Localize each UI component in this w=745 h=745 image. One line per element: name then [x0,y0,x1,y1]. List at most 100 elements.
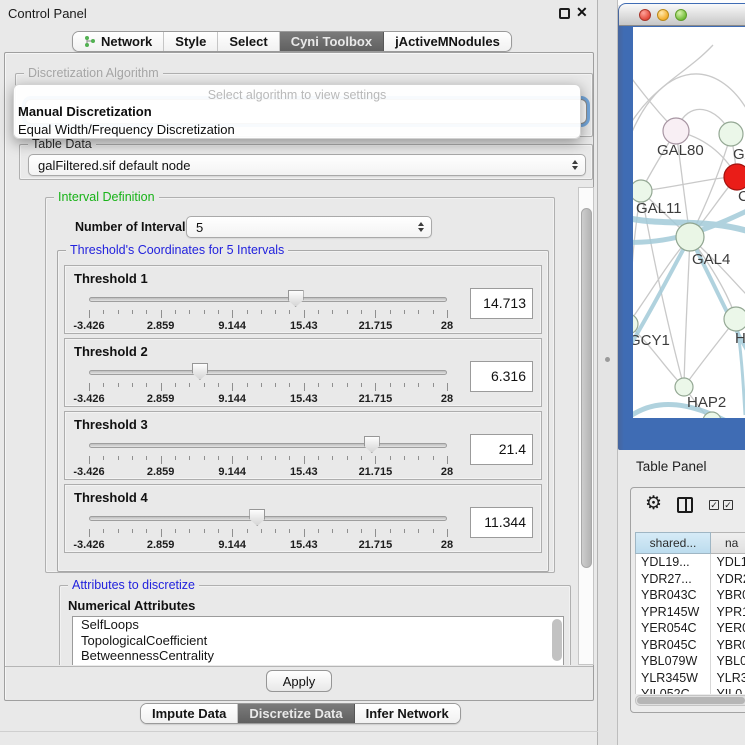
table-row[interactable]: YDL19... YDL1 [636,554,745,571]
tick-label: 15.43 [290,320,318,332]
popup-option-manual-discretization[interactable]: Manual Discretization [14,102,580,120]
tick-mark [118,456,119,460]
tick-label: 9.144 [218,539,246,551]
tick-mark [275,456,276,460]
control-panel: Control Panel ✕ Network Style Select Cyn… [0,0,598,745]
threshold-value-field[interactable]: 14.713 [470,288,533,319]
tick-mark [433,310,434,314]
attribute-item[interactable]: TopologicalCoefficient [73,633,563,649]
split-pane-divider[interactable] [598,0,618,745]
tick-label: 15.43 [290,466,318,478]
cell-shared-name: YER054C [636,620,711,637]
threshold-value-field[interactable]: 11.344 [470,507,533,538]
gear-icon[interactable]: ⚙ [645,492,662,515]
cell-name: YBR0 [711,637,745,654]
tick-mark [304,456,305,464]
threshold-slider[interactable]: -3.4262.8599.14415.4321.71528 [89,436,447,480]
float-window-icon[interactable] [559,8,570,19]
split-columns-icon[interactable] [677,497,693,513]
tab-network[interactable]: Network [73,32,164,51]
threshold-panels-container: Threshold 1 14.713 -3.4262.8599.14415.43… [64,265,542,557]
checkbox-icon[interactable]: ✓ [709,500,719,510]
tab-infer-network[interactable]: Infer Network [355,704,460,723]
checkbox-icon[interactable]: ✓ [723,500,733,510]
slider-handle[interactable] [364,436,380,453]
slider-track[interactable] [89,516,447,521]
table-row[interactable]: YPR145W YPR1 [636,604,745,621]
tab-jactivemnodules[interactable]: jActiveMNodules [384,32,511,51]
tick-mark [218,383,219,387]
cell-shared-name: YDR27... [636,571,711,588]
settings-vertical-scrollbar[interactable] [578,187,594,665]
apply-button[interactable]: Apply [266,670,332,692]
column-header-shared[interactable]: shared... [635,532,711,554]
minimize-traffic-light[interactable] [657,9,669,21]
network-node[interactable] [724,307,745,331]
popup-option-equal-width-frequency[interactable]: Equal Width/Frequency Discretization [14,120,580,138]
tick-label: 28 [441,320,453,332]
node-attribute-table: shared... na YDL19... YDL1 YDR27... YDR2… [635,532,745,694]
window-titlebar[interactable] [619,4,745,26]
network-canvas[interactable]: GAL80GACGAL11GAL4GCY1HHAP2 [633,27,745,418]
table-row[interactable]: YDR27... YDR2 [636,571,745,588]
tick-label: 2.859 [147,320,175,332]
close-icon[interactable]: ✕ [576,4,588,21]
network-node[interactable] [724,164,745,190]
table-data-combobox[interactable]: galFiltered.sif default node [28,154,586,176]
number-of-intervals-combobox[interactable]: 5 [186,216,432,238]
threshold-value-field[interactable]: 21.4 [470,434,533,465]
network-node[interactable] [663,118,689,144]
scrollbar-thumb[interactable] [637,697,745,704]
tab-cyni-toolbox[interactable]: Cyni Toolbox [280,32,384,51]
tab-style[interactable]: Style [164,32,218,51]
tick-mark [146,456,147,460]
table-row[interactable]: YBR043C YBR0 [636,587,745,604]
table-row[interactable]: YLR345W YLR3 [636,670,745,687]
table-horizontal-scrollbar[interactable] [635,695,745,706]
slider-track[interactable] [89,370,447,375]
table-row[interactable]: YER054C YER0 [636,620,745,637]
attribute-items: SelfLoopsTopologicalCoefficientBetweenne… [73,617,563,664]
numerical-attributes-list[interactable]: SelfLoopsTopologicalCoefficientBetweenne… [72,616,564,665]
attribute-item[interactable]: SelfLoops [73,617,563,633]
tab-impute-data[interactable]: Impute Data [141,704,238,723]
popup-hint: Select algorithm to view settings [14,88,580,102]
slider-track[interactable] [89,443,447,448]
table-row[interactable]: YIL052C YIL0 [636,686,745,694]
table-row[interactable]: YBR045C YBR0 [636,637,745,654]
tick-mark [132,456,133,460]
tick-mark [232,456,233,464]
combobox-value: galFiltered.sif default node [38,158,190,173]
tick-label: 9.144 [218,320,246,332]
tab-discretize-data[interactable]: Discretize Data [238,704,354,723]
tick-mark [433,529,434,533]
zoom-traffic-light[interactable] [675,9,687,21]
network-node[interactable] [676,223,704,251]
list-scrollbar-thumb[interactable] [552,619,562,661]
attribute-item[interactable]: BetweennessCentrality [73,648,563,664]
threshold-slider[interactable]: -3.4262.8599.14415.4321.71528 [89,363,447,407]
threshold-slider[interactable]: -3.4262.8599.14415.4321.71528 [89,290,447,334]
scrollbar-thumb[interactable] [581,208,592,568]
tab-select[interactable]: Select [218,32,279,51]
slider-track[interactable] [89,297,447,302]
table-header: shared... na [635,532,745,554]
column-header-name[interactable]: na [711,532,745,554]
cell-name: YBR0 [711,587,745,604]
table-row[interactable]: YBL079W YBL0 [636,653,745,670]
tick-mark [146,310,147,314]
tick-mark [318,310,319,314]
slider-handle[interactable] [249,509,265,526]
tick-mark [118,529,119,533]
tick-mark [404,383,405,387]
node-label: H [735,330,745,347]
slider-handle[interactable] [192,363,208,380]
network-node[interactable] [633,180,652,202]
cell-shared-name: YIL052C [636,686,711,694]
slider-handle[interactable] [288,290,304,307]
network-node[interactable] [719,122,743,146]
close-traffic-light[interactable] [639,9,651,21]
threshold-value-field[interactable]: 6.316 [470,361,533,392]
app-root: Control Panel ✕ Network Style Select Cyn… [0,0,745,745]
threshold-slider[interactable]: -3.4262.8599.14415.4321.71528 [89,509,447,553]
